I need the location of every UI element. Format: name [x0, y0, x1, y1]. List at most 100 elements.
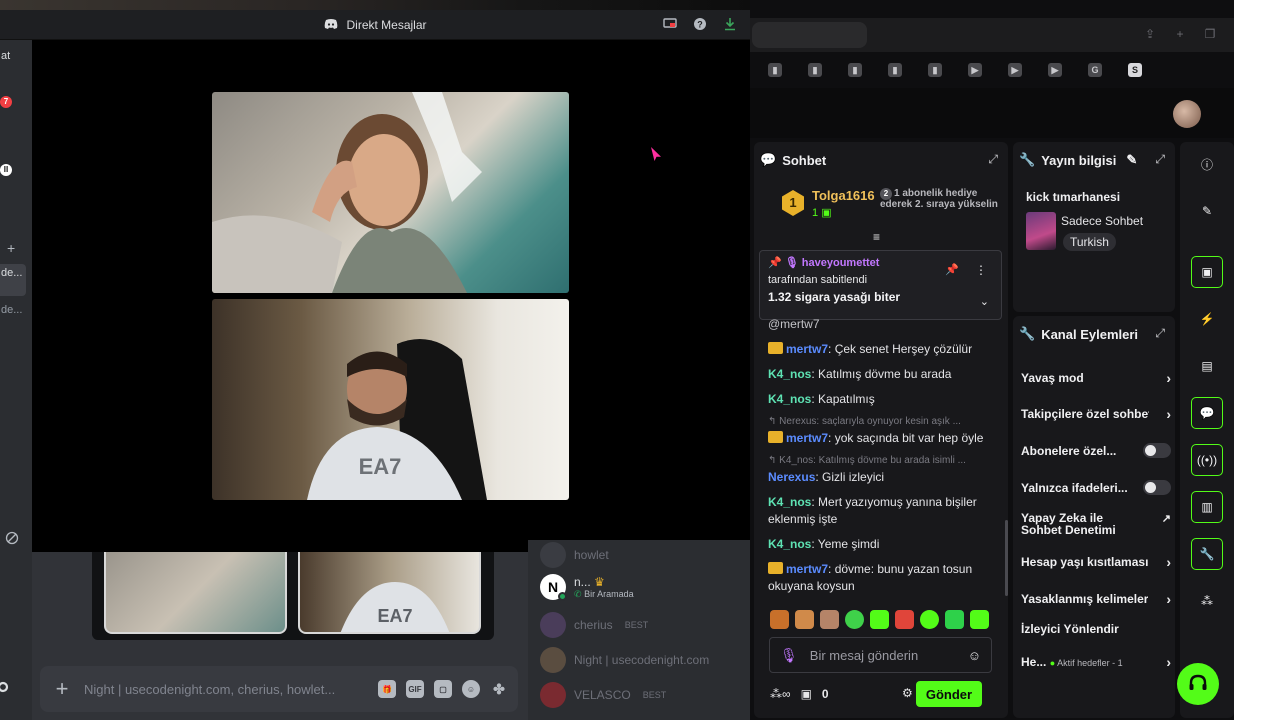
more-options-icon[interactable]: ⋮ [975, 263, 987, 277]
action-emotes-only[interactable]: Yalnızca ifadeleri... [1021, 480, 1171, 495]
attach-plus-icon[interactable]: + [50, 676, 74, 702]
member-tag: BEST [624, 620, 649, 630]
emote-icon[interactable] [820, 610, 839, 629]
bookmark-icon[interactable]: ▮ [768, 63, 782, 77]
chevron-down-icon[interactable]: ⌄ [980, 295, 989, 308]
bookmark-icon[interactable]: G [1088, 63, 1102, 77]
add-dm-icon[interactable]: + [6, 240, 32, 264]
emote-icon[interactable] [970, 610, 989, 629]
points-icon[interactable]: ⁂∞ [770, 687, 791, 701]
bookmark-icon[interactable]: ▮ [808, 63, 822, 77]
bookmark-icon[interactable]: ▮ [928, 63, 942, 77]
popout-icon[interactable]: ⤢ [1155, 326, 1165, 341]
unpin-icon[interactable]: 📌 [945, 263, 959, 276]
bookmark-icon[interactable]: ▶ [968, 63, 982, 77]
new-tab-icon[interactable]: + [1172, 26, 1188, 42]
emoji-icon[interactable]: ☺ [462, 680, 480, 698]
rail-item-friends[interactable]: at [0, 50, 26, 74]
video-tile-participant-1[interactable] [212, 92, 569, 293]
message-input-placeholder[interactable]: Night | usecodenight.com, cherius, howle… [84, 682, 368, 697]
video-tile-participant-2[interactable]: EA7 [212, 299, 569, 500]
info-icon[interactable]: ⓘ [1191, 148, 1223, 180]
action-subscribers-only[interactable]: Abonelere özel... [1021, 443, 1171, 458]
edit-icon[interactable]: ✎ [1191, 195, 1223, 227]
channel-actions-panel: 🔧 Kanal Eylemleri ⤢ Yavaş mod › Takipçile… [1013, 316, 1175, 718]
chest-icon[interactable]: ▣ [801, 687, 812, 701]
reply-icon: ↰ [768, 455, 780, 466]
thumbnail-participant-1[interactable] [104, 552, 287, 634]
thumbnail-participant-2[interactable]: EA7 [298, 552, 481, 634]
gif-icon[interactable]: GIF [406, 680, 424, 698]
message-input-bar[interactable]: + Night | usecodenight.com, cherius, how… [40, 666, 518, 712]
user-avatar[interactable] [1173, 100, 1201, 128]
chat-message-partial: @mertw7 [768, 317, 820, 331]
screen-share-icon[interactable] [662, 16, 678, 32]
action-banned-words[interactable]: Yasaklanmış kelimeler › [1021, 591, 1171, 607]
edit-pencil-icon[interactable]: ✎ [1126, 152, 1137, 168]
apps-icon[interactable]: ✤ [490, 680, 508, 698]
notes-icon[interactable]: ▤ [1191, 350, 1223, 382]
bookmark-icon[interactable]: ▶ [1008, 63, 1022, 77]
emote-icon[interactable] [895, 610, 914, 629]
pinned-message[interactable]: 📌 🎙 haveyoumettet tarafından sabitlendi … [759, 250, 1002, 320]
sticker-icon[interactable]: ▢ [434, 680, 452, 698]
apps-icon[interactable]: ⁂ [1191, 585, 1223, 617]
action-ai-moderation[interactable]: Yapay Zeka ile Sohbet Denetimi ↗ [1021, 512, 1171, 536]
emote-icon[interactable] [770, 610, 789, 629]
action-followers-only[interactable]: Takipçilere özel sohbet › [1021, 406, 1171, 422]
send-button[interactable]: Gönder [916, 681, 982, 707]
chat-icon[interactable]: 💬 [1191, 397, 1223, 429]
bookmark-icon[interactable]: ▶ [1048, 63, 1062, 77]
action-slow-mode[interactable]: Yavaş mod › [1021, 370, 1171, 386]
member-status: Bir Aramada [584, 588, 634, 599]
dm-item-active[interactable]: de... [0, 264, 26, 296]
tabs-overview-icon[interactable]: ❐ [1202, 26, 1218, 42]
bookmark-icon[interactable]: ▮ [848, 63, 862, 77]
layout-icon[interactable]: ▥ [1191, 491, 1223, 523]
points-count: 0 [821, 687, 829, 701]
chat-input-placeholder[interactable]: Bir mesaj gönderin [810, 648, 956, 663]
notification-badge: II [0, 164, 12, 176]
filter-icon[interactable]: ≡ [873, 230, 880, 244]
chat-input[interactable]: 🎙 Bir mesaj gönderin ☺ [769, 637, 992, 673]
emote-icon[interactable] [795, 610, 814, 629]
list-item[interactable]: howlet [540, 542, 609, 568]
chat-settings-gear-icon[interactable]: ⚙ [902, 686, 913, 700]
list-item[interactable]: VELASCO BEST [540, 682, 666, 708]
gift-leaderboard[interactable]: 1 Tolga1616 1 ▣ 21 abonelik hediye edere… [782, 186, 1002, 226]
download-icon[interactable] [722, 16, 738, 32]
bookmark-icon[interactable]: ▮ [888, 63, 902, 77]
settings-gear-icon[interactable] [0, 680, 12, 694]
discord-titlebar: Direkt Mesajlar ? [0, 10, 750, 40]
list-item[interactable]: cherius BEST [540, 612, 648, 638]
bolt-icon[interactable]: ⚡ [1191, 303, 1223, 335]
emoji-icon[interactable]: ☺ [968, 648, 981, 663]
mic-icon[interactable]: 🎙 [780, 647, 798, 664]
broadcast-icon[interactable]: ((•)) [1191, 444, 1223, 476]
support-chat-button[interactable] [1177, 663, 1219, 705]
gift-icon[interactable]: 🎁 [378, 680, 396, 698]
action-goals[interactable]: He... ● Aktif hedefler - 1 › [1021, 654, 1171, 670]
list-item[interactable]: Night | usecodenight.com [540, 647, 709, 673]
popout-icon[interactable]: ⤢ [988, 152, 998, 167]
screen-icon[interactable]: ▣ [1191, 256, 1223, 288]
avatar [540, 682, 566, 708]
emote-icon[interactable] [845, 610, 864, 629]
help-icon[interactable]: ? [692, 16, 708, 32]
block-icon[interactable] [5, 531, 19, 545]
list-item[interactable]: N n... ♛ ✆ Bir Aramada [540, 574, 634, 601]
chat-scrollbar[interactable] [1005, 520, 1008, 596]
address-bar[interactable] [752, 22, 867, 48]
wrench-icon: 🔧 [1019, 152, 1036, 167]
emote-icon[interactable] [920, 610, 939, 629]
dm-item[interactable]: de... [0, 304, 26, 328]
action-account-age[interactable]: Hesap yaşı kısıtlaması › [1021, 554, 1171, 570]
wrench-icon[interactable]: 🔧 [1191, 538, 1223, 570]
rank-badge: 1 [782, 190, 804, 216]
share-icon[interactable]: ⇪ [1142, 26, 1158, 42]
emote-icon[interactable] [945, 610, 964, 629]
popout-icon[interactable]: ⤢ [1155, 152, 1165, 167]
bookmark-icon[interactable]: S [1128, 63, 1142, 77]
action-raid[interactable]: İzleyici Yönlendir [1021, 622, 1171, 636]
emote-icon[interactable] [870, 610, 889, 629]
